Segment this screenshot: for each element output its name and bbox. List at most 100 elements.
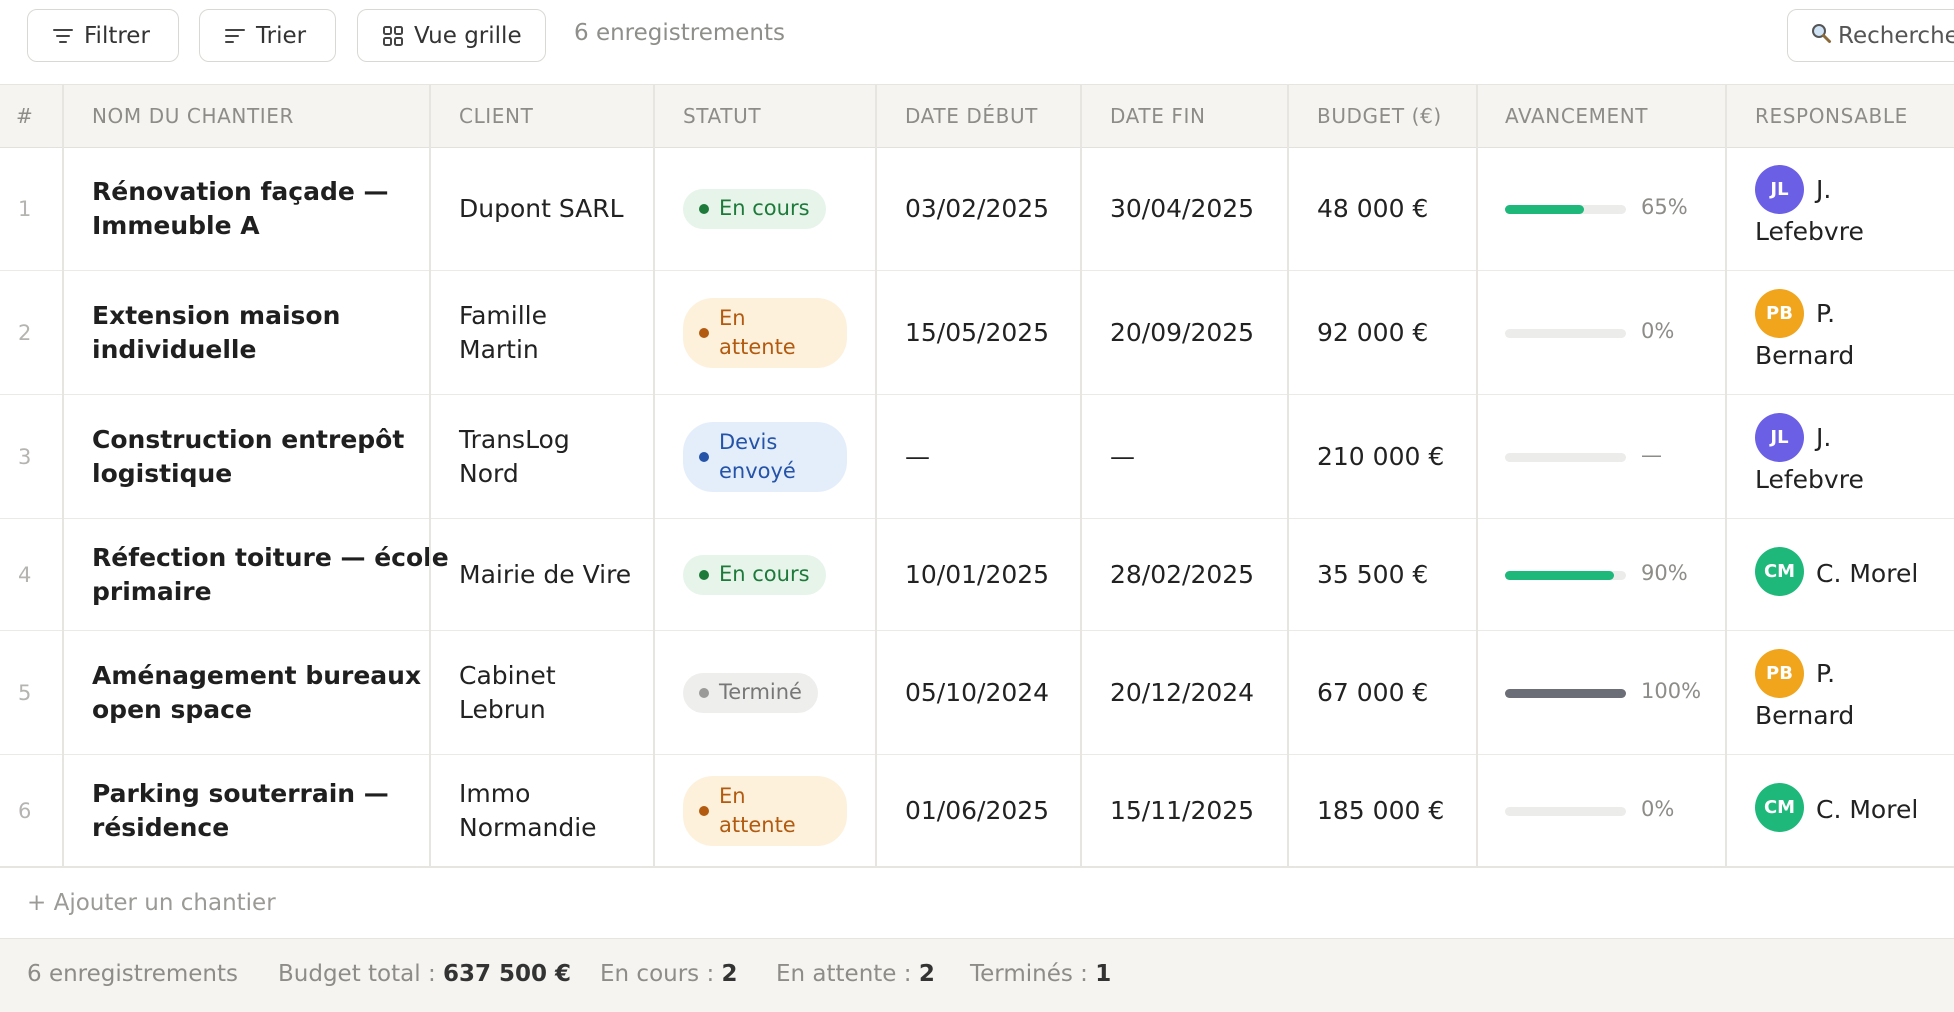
column-divider bbox=[429, 84, 431, 866]
client-name: Immo Normandie bbox=[459, 755, 597, 866]
end-date: 28/02/2025 bbox=[1110, 560, 1255, 589]
project-name-line: Réfection toiture — école bbox=[92, 542, 449, 572]
progress-label: 0% bbox=[1641, 319, 1675, 343]
client-name: Dupont SARL bbox=[459, 147, 624, 270]
footer-pending-label: En attente : bbox=[776, 961, 912, 987]
grid-view-button[interactable]: Vue grille bbox=[357, 9, 546, 62]
client-line: Normandie bbox=[459, 812, 597, 842]
status-cell[interactable]: En cours bbox=[683, 519, 826, 630]
toolbar: Filtrer Trier Vue grille 6 enregistremen… bbox=[0, 0, 1954, 84]
col-header-budget[interactable]: BUDGET (€) bbox=[1317, 85, 1442, 147]
budget: 35 500 € bbox=[1317, 560, 1429, 589]
project-name[interactable]: Réfection toiture — école primaire bbox=[92, 519, 449, 630]
table-row[interactable]: 4 Réfection toiture — école primaire Mair… bbox=[0, 519, 1954, 631]
project-name[interactable]: Parking souterrain — résidence bbox=[92, 755, 389, 866]
status-cell[interactable]: En attente bbox=[683, 271, 847, 394]
project-name-line: Extension maison bbox=[92, 300, 341, 330]
status-cell[interactable]: Terminé bbox=[683, 631, 818, 754]
status-badge[interactable]: En cours bbox=[683, 554, 826, 595]
status-badge[interactable]: En attente bbox=[683, 297, 847, 368]
status-dot-icon bbox=[699, 203, 709, 214]
status-line: En cours bbox=[719, 196, 810, 220]
col-header-manager[interactable]: RESPONSABLE bbox=[1755, 85, 1908, 147]
manager-line: Bernard bbox=[1755, 701, 1855, 730]
filter-button[interactable]: Filtrer bbox=[27, 9, 179, 62]
status-badge[interactable]: En attente bbox=[683, 775, 847, 846]
project-name[interactable]: Rénovation façade — Immeuble A bbox=[92, 147, 389, 270]
client-name: Mairie de Vire bbox=[459, 519, 631, 630]
status-dot-icon bbox=[699, 687, 709, 698]
project-name[interactable]: Construction entrepôt logistique bbox=[92, 395, 404, 518]
status-cell[interactable]: En cours bbox=[683, 147, 826, 270]
col-header-name[interactable]: NOM DU CHANTIER bbox=[92, 85, 294, 147]
footer-pending: En attente : 2 bbox=[776, 961, 935, 987]
client-line: Famille bbox=[459, 300, 547, 330]
sort-button[interactable]: Trier bbox=[199, 9, 336, 62]
footer-done-label: Terminés : bbox=[970, 961, 1088, 987]
search-input[interactable]: Rechercher bbox=[1787, 9, 1954, 62]
col-header-progress[interactable]: AVANCEMENT bbox=[1505, 85, 1648, 147]
progress-bar bbox=[1505, 571, 1626, 580]
status-badge[interactable]: Devis envoyé bbox=[683, 421, 847, 492]
project-name[interactable]: Aménagement bureaux open space bbox=[92, 631, 421, 754]
status-cell[interactable]: Devis envoyé bbox=[683, 395, 847, 518]
col-header-start-date[interactable]: DATE DÉBUT bbox=[905, 85, 1038, 147]
add-project-label[interactable]: + Ajouter un chantier bbox=[27, 890, 276, 916]
start-date: 05/10/2024 bbox=[905, 678, 1050, 707]
status-line: Devis bbox=[719, 429, 778, 454]
budget: 210 000 € bbox=[1317, 442, 1445, 471]
table-row[interactable]: 1 Rénovation façade — Immeuble A Dupont S… bbox=[0, 147, 1954, 271]
budget: 185 000 € bbox=[1317, 796, 1445, 825]
start-date: 15/05/2025 bbox=[905, 318, 1050, 347]
filter-icon bbox=[52, 27, 74, 45]
project-name-line: open space bbox=[92, 694, 252, 724]
table-row[interactable]: 2 Extension maison individuelle Famille Ma… bbox=[0, 271, 1954, 395]
client-name: TransLog Nord bbox=[459, 395, 570, 518]
client-line: Cabinet bbox=[459, 660, 556, 690]
grid-icon bbox=[382, 25, 404, 47]
manager-line: P. bbox=[1816, 299, 1836, 328]
project-name-line: primaire bbox=[92, 576, 212, 606]
table-row[interactable]: 6 Parking souterrain — résidence Immo Norm… bbox=[0, 755, 1954, 867]
progress-bar-fill bbox=[1505, 205, 1584, 214]
filter-label: Filtrer bbox=[84, 22, 150, 49]
status-dot-icon bbox=[699, 451, 709, 462]
project-name-line: Rénovation façade — bbox=[92, 176, 389, 206]
table-row[interactable]: 3 Construction entrepôt logistique TransL… bbox=[0, 395, 1954, 519]
manager-name: P. Bernard bbox=[1755, 653, 1854, 737]
row-number: 4 bbox=[18, 562, 32, 587]
project-name-line: Parking souterrain — bbox=[92, 778, 389, 808]
record-count: 6 enregistrements bbox=[574, 20, 785, 46]
start-date: 03/02/2025 bbox=[905, 194, 1050, 223]
manager-line: J. bbox=[1816, 175, 1832, 204]
project-name-line: logistique bbox=[92, 458, 233, 488]
row-number: 3 bbox=[18, 444, 32, 469]
search-icon bbox=[1810, 22, 1832, 50]
manager-line: Lefebvre bbox=[1755, 465, 1864, 494]
project-name[interactable]: Extension maison individuelle bbox=[92, 271, 340, 394]
column-divider bbox=[653, 84, 655, 866]
status-cell[interactable]: En attente bbox=[683, 755, 847, 866]
manager-name: C. Morel bbox=[1755, 553, 1918, 595]
status-line: En bbox=[719, 783, 746, 808]
table-row[interactable]: 5 Aménagement bureaux open space Cabinet L… bbox=[0, 631, 1954, 755]
end-date: 20/09/2025 bbox=[1110, 318, 1255, 347]
client-line: Nord bbox=[459, 458, 519, 488]
manager-line: Bernard bbox=[1755, 341, 1855, 370]
progress-bar-fill bbox=[1505, 689, 1626, 698]
column-divider bbox=[1287, 84, 1289, 866]
client-line: Immo bbox=[459, 778, 531, 808]
col-header-status[interactable]: STATUT bbox=[683, 85, 761, 147]
manager-name: P. Bernard bbox=[1755, 293, 1854, 377]
status-badge[interactable]: Terminé bbox=[683, 672, 818, 713]
col-header-client[interactable]: CLIENT bbox=[459, 85, 533, 147]
add-project-row[interactable]: + Ajouter un chantier bbox=[0, 866, 1954, 938]
col-header-index[interactable]: # bbox=[16, 85, 33, 147]
progress-bar bbox=[1505, 807, 1626, 816]
start-date: 10/01/2025 bbox=[905, 560, 1050, 589]
footer-record-count: 6 enregistrements bbox=[27, 961, 238, 987]
col-header-end-date[interactable]: DATE FIN bbox=[1110, 85, 1206, 147]
status-badge[interactable]: En cours bbox=[683, 188, 826, 229]
manager-name: C. Morel bbox=[1755, 789, 1918, 831]
sort-icon bbox=[224, 27, 246, 45]
